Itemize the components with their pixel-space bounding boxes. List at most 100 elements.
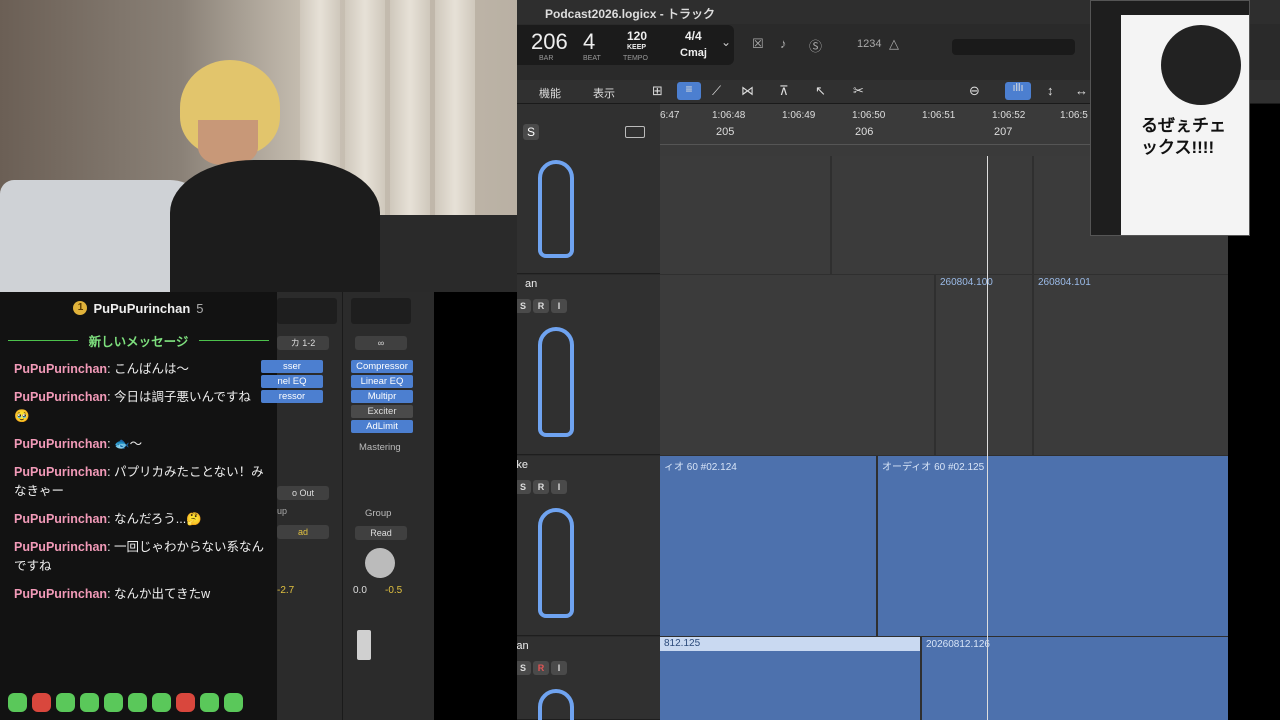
manga-caption: るぜぇチェックス!!!! xyxy=(1141,116,1226,157)
person-body xyxy=(170,160,380,292)
emote-icon[interactable] xyxy=(176,693,195,712)
list-view-icon[interactable]: ≡ xyxy=(677,82,701,100)
chat-message: PuPuPurinchan: こんばんは〜 xyxy=(14,362,190,376)
ruler-time: 1:06:51 xyxy=(922,110,956,121)
more-icon[interactable]: ⊖ xyxy=(969,83,980,99)
emote-icon[interactable] xyxy=(104,693,123,712)
live-chat-panel: 1 PuPuPurinchan 5 新しいメッセージ PuPuPurinchan… xyxy=(0,292,277,720)
key-signature: Cmaj xyxy=(680,47,707,59)
track-name[interactable]: an xyxy=(525,278,537,290)
solo-icon[interactable]: Ⓢ xyxy=(809,36,822,55)
grid-view-icon[interactable]: ⊞ xyxy=(652,83,663,99)
scissors-tool-icon[interactable]: ✂ xyxy=(853,83,864,99)
horizontal-zoom-icon[interactable]: ↔ xyxy=(1075,83,1088,98)
audio-region[interactable]: オーディオ 60 #02.125 xyxy=(878,456,1228,636)
input-monitor-button[interactable]: I xyxy=(551,661,567,675)
track-header[interactable]: Aichan MSRI xyxy=(517,637,660,720)
track-header[interactable] xyxy=(517,156,660,274)
plugin-slot[interactable]: Exciter xyxy=(351,405,413,418)
emote-icon[interactable] xyxy=(32,693,51,712)
chevron-down-icon[interactable]: ⌄ xyxy=(721,35,731,49)
track-header[interactable]: Eisuke 59 MSRI xyxy=(517,456,660,636)
pointer-tool-icon[interactable]: ↖ xyxy=(815,83,826,99)
plugin-slot[interactable]: sser xyxy=(261,360,323,373)
cycle-icon[interactable]: ☒ xyxy=(752,36,764,52)
track-name[interactable]: Eisuke xyxy=(517,459,528,471)
chat-header-user: PuPuPurinchan xyxy=(93,300,191,316)
audio-region[interactable]: 20260812.126 xyxy=(922,637,1228,720)
audio-region[interactable]: 812.125 xyxy=(660,637,920,720)
chat-message: PuPuPurinchan: 一回じゃわからない系なんですね xyxy=(14,540,265,573)
plugin-slot[interactable]: Linear EQ xyxy=(351,375,413,388)
emote-icon[interactable] xyxy=(80,693,99,712)
record-button[interactable]: R xyxy=(533,661,549,675)
track-area[interactable]: 260804.100 260804.101 ィオ 60 #02.124 オーディ… xyxy=(660,156,1228,720)
time-signature: 4/4 xyxy=(685,29,702,43)
plugin-slot[interactable]: Multipr xyxy=(351,390,413,403)
catch-icon[interactable]: ⊼ xyxy=(779,83,789,99)
automation-icon[interactable]: ⟋ xyxy=(712,83,721,99)
functions-menu[interactable]: 機能 xyxy=(539,85,561,101)
waveform-zoom-icon[interactable]: ıllı xyxy=(1005,82,1031,100)
input-slot[interactable]: カ 1-2 xyxy=(277,336,329,350)
playhead[interactable] xyxy=(987,156,988,720)
emote-icon[interactable] xyxy=(56,693,75,712)
volume-fader[interactable] xyxy=(357,630,371,660)
plugin-slot[interactable]: Compressor xyxy=(351,360,413,373)
input-monitor-button[interactable]: I xyxy=(551,480,567,494)
eq-thumbnail[interactable] xyxy=(277,298,337,324)
automation-mode[interactable]: Read xyxy=(355,526,407,540)
plugin-slot[interactable]: nel EQ xyxy=(261,375,323,388)
solo-button[interactable]: S xyxy=(517,480,531,494)
count-in-icon[interactable]: 1234 xyxy=(857,38,881,50)
channel-strip-master: ∞ Compressor Linear EQ Multipr Exciter A… xyxy=(347,292,417,720)
badge-icon: 1 xyxy=(73,301,88,315)
vertical-zoom-icon[interactable]: ↕ xyxy=(1047,83,1054,98)
flex-icon[interactable]: ⋈ xyxy=(741,83,754,99)
track-name[interactable]: Aichan xyxy=(517,640,529,652)
plugin-slot[interactable]: ressor xyxy=(261,390,323,403)
solo-button[interactable]: S xyxy=(517,661,531,675)
audio-region[interactable]: 260804.101 xyxy=(1034,275,1228,455)
emote-icon[interactable] xyxy=(152,693,171,712)
audio-region[interactable]: ィオ 60 #02.124 xyxy=(660,456,876,636)
volume-readout: -2.7 xyxy=(277,585,295,596)
chat-header: 1 PuPuPurinchan 5 xyxy=(0,292,277,324)
solo-button[interactable]: S xyxy=(517,299,531,313)
record-button[interactable]: R xyxy=(533,299,549,313)
pan-knob[interactable] xyxy=(365,548,395,578)
output-slot[interactable]: o Out xyxy=(277,486,329,500)
chat-message: PuPuPurinchan: 🐟〜 xyxy=(14,437,143,451)
emote-bar xyxy=(8,693,243,712)
mixer-panel: カ 1-2 sser nel EQ ressor o Out up ad -2.… xyxy=(261,292,434,720)
sofa xyxy=(380,215,517,292)
audio-region[interactable] xyxy=(660,156,830,274)
plugin-slot[interactable]: AdLimit xyxy=(351,420,413,433)
lcd-display[interactable]: 206 4 BAR BEAT 120 KEEP TEMPO 4/4 Cmaj ⌄ xyxy=(517,25,734,65)
add-track-icon[interactable] xyxy=(625,126,645,138)
chat-message: PuPuPurinchan: 今日は調子悪いんですね🥹 xyxy=(14,390,251,423)
emote-icon[interactable] xyxy=(8,693,27,712)
tuner-icon[interactable]: ♪ xyxy=(780,36,787,51)
eq-thumbnail[interactable] xyxy=(351,298,411,324)
chat-message: PuPuPurinchan: パプリカみたことない！みなきゃー xyxy=(14,465,264,498)
emote-icon[interactable] xyxy=(128,693,147,712)
microphone-icon xyxy=(538,689,574,720)
group-label[interactable]: up xyxy=(277,506,287,516)
audio-region[interactable] xyxy=(660,275,934,455)
track-header[interactable]: an 58 MSRI xyxy=(517,275,660,455)
new-messages-divider[interactable]: 新しいメッセージ xyxy=(0,324,277,356)
tempo-label: TEMPO xyxy=(623,55,648,62)
view-menu[interactable]: 表示 xyxy=(593,85,615,101)
emote-icon[interactable] xyxy=(200,693,219,712)
audio-region[interactable]: 260804.100 xyxy=(936,275,1032,455)
link-icon[interactable]: ∞ xyxy=(355,336,407,350)
input-monitor-button[interactable]: I xyxy=(551,299,567,313)
group-label[interactable]: Group xyxy=(365,508,391,519)
automation-mode[interactable]: ad xyxy=(277,525,329,539)
audio-region[interactable] xyxy=(832,156,1032,274)
record-button[interactable]: R xyxy=(533,480,549,494)
metronome-icon[interactable]: △ xyxy=(889,36,899,52)
solo-button[interactable]: S xyxy=(523,124,539,140)
emote-icon[interactable] xyxy=(224,693,243,712)
